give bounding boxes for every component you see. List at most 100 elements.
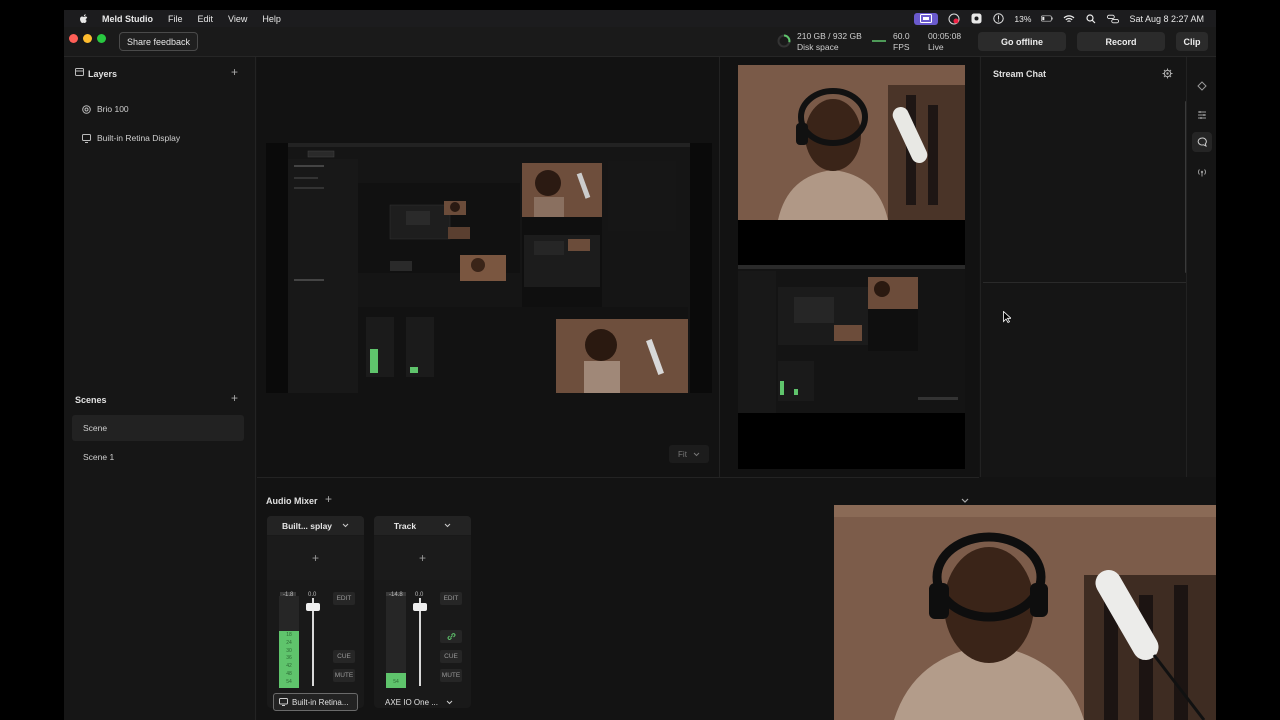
display-icon xyxy=(82,133,91,143)
cue-button[interactable]: CUE xyxy=(440,650,462,663)
audio-source-label: AXE IO One ... xyxy=(385,697,438,707)
screen-capture-preview[interactable] xyxy=(738,265,965,413)
menu-file[interactable]: File xyxy=(168,14,183,24)
meter-scale-label: 24 xyxy=(286,639,292,646)
disk-space-value: 210 GB / 932 GB xyxy=(797,31,862,41)
audio-source-label: Built-in Retina... xyxy=(292,697,349,707)
webcam-preview[interactable] xyxy=(738,65,965,220)
cue-button[interactable]: CUE xyxy=(333,650,355,663)
track-header-dropdown[interactable]: Track xyxy=(374,516,471,535)
scene-item-scene[interactable]: Scene xyxy=(72,415,244,441)
disk-space-stat: 210 GB / 932 GB Disk space xyxy=(797,31,862,53)
search-icon[interactable] xyxy=(1085,13,1097,25)
live-timer: 00:05:08 xyxy=(928,31,962,41)
mute-button[interactable]: MUTE xyxy=(440,669,462,682)
wifi-icon[interactable] xyxy=(1063,13,1075,25)
menu-view[interactable]: View xyxy=(228,14,247,24)
add-filter-button[interactable]: + xyxy=(267,536,364,580)
chevron-down-icon xyxy=(446,700,453,704)
audio-track-strip: Track + -14.8 0.0 54 EDIT CUE MUTE AXE I… xyxy=(374,516,471,708)
close-window-button[interactable] xyxy=(69,34,78,43)
screen-recording-icon[interactable] xyxy=(914,12,939,25)
layer-item-brio[interactable]: Brio 100 xyxy=(82,104,129,114)
share-feedback-button[interactable]: Share feedback xyxy=(119,32,199,51)
meld-status-icon[interactable] xyxy=(948,13,960,25)
meter-scale: 18 24 30 36 42 48 54 xyxy=(279,632,299,687)
broadcast-icon[interactable] xyxy=(1197,167,1207,177)
menu-app-name[interactable]: Meld Studio xyxy=(102,14,153,24)
meter-scale-label: 54 xyxy=(286,678,292,685)
stream-chat-panel: Stream Chat xyxy=(980,57,1187,507)
display-icon xyxy=(279,698,288,706)
diamond-icon[interactable] xyxy=(1197,81,1207,91)
info-icon[interactable] xyxy=(992,13,1004,25)
audio-source-select[interactable]: AXE IO One ... xyxy=(380,693,465,711)
audio-source-select[interactable]: Built-in Retina... xyxy=(273,693,358,711)
add-audio-track-button[interactable]: + xyxy=(325,492,332,506)
chat-bubble-icon[interactable] xyxy=(1197,137,1207,147)
scene-item-scene-1[interactable]: Scene 1 xyxy=(72,444,244,470)
track-name: Built... splay xyxy=(281,520,333,531)
camera-icon xyxy=(82,104,91,114)
track-name: Track xyxy=(393,520,417,531)
fit-dropdown[interactable]: Fit xyxy=(669,445,709,463)
secondary-preview xyxy=(719,57,979,477)
webcam-image xyxy=(738,65,965,220)
edit-button[interactable]: EDIT xyxy=(440,592,462,605)
fps-graph-icon xyxy=(872,40,886,42)
title-bar: Share feedback 210 GB / 932 GB Disk spac… xyxy=(64,27,1216,57)
control-center-icon[interactable] xyxy=(1107,13,1120,25)
record-button[interactable]: Record xyxy=(1077,32,1165,51)
link-button[interactable] xyxy=(440,630,462,643)
layer-label: Brio 100 xyxy=(97,104,129,114)
volume-fader-track[interactable] xyxy=(419,598,421,686)
fit-label: Fit xyxy=(678,449,687,459)
go-offline-button[interactable]: Go offline xyxy=(978,32,1066,51)
minimize-window-button[interactable] xyxy=(83,34,92,43)
add-scene-button[interactable]: + xyxy=(231,391,238,405)
battery-icon[interactable] xyxy=(1041,13,1054,25)
audio-mixer-title: Audio Mixer xyxy=(266,496,318,506)
clock[interactable]: Sat Aug 8 2:27 AM xyxy=(1129,14,1204,24)
mouse-cursor-icon xyxy=(1003,311,1011,323)
mute-button[interactable]: MUTE xyxy=(333,669,355,682)
chat-settings-gear-icon[interactable] xyxy=(1162,68,1173,79)
program-preview[interactable] xyxy=(266,143,712,393)
volume-fader-knob[interactable] xyxy=(306,603,320,611)
menu-bar: Meld Studio File Edit View Help 13% Sat … xyxy=(64,10,1216,27)
layer-label: Built-in Retina Display xyxy=(97,133,181,143)
sliders-icon[interactable] xyxy=(1197,110,1207,120)
layers-title: Layers xyxy=(88,69,118,79)
stage-area: Fit xyxy=(257,57,719,477)
meter-scale-label: 30 xyxy=(286,647,292,654)
menu-help[interactable]: Help xyxy=(262,14,281,24)
scenes-title: Scenes xyxy=(75,395,107,405)
track-level-meter: 18 24 30 36 42 48 54 xyxy=(279,596,299,688)
volume-fader-track[interactable] xyxy=(312,598,314,686)
disk-space-label: Disk space xyxy=(797,42,839,52)
add-layer-button[interactable]: + xyxy=(231,65,238,79)
control-icon[interactable] xyxy=(970,13,982,25)
clip-button[interactable]: Clip xyxy=(1176,32,1208,51)
fps-stat: 60.0 FPS xyxy=(893,31,910,53)
audio-track-strip: Built... splay + -1.8 0.0 18 24 30 36 42… xyxy=(267,516,364,711)
menu-edit[interactable]: Edit xyxy=(198,14,214,24)
webcam-overlay-image xyxy=(834,505,1216,720)
track-header-dropdown[interactable]: Built... splay xyxy=(267,516,364,535)
stream-chat-title: Stream Chat xyxy=(993,69,1047,79)
meter-scale-label: 36 xyxy=(286,655,292,662)
layers-icon xyxy=(75,68,84,76)
edit-button[interactable]: EDIT xyxy=(333,592,355,605)
chat-divider xyxy=(983,282,1187,283)
add-filter-button[interactable]: + xyxy=(374,536,471,580)
apple-icon[interactable] xyxy=(78,13,90,25)
zoom-window-button[interactable] xyxy=(97,34,106,43)
meter-scale-label: 54 xyxy=(393,679,399,685)
preview-letterbox-bottom xyxy=(738,413,965,469)
left-panel: Layers + Brio 100 Built-in Retina Displa… xyxy=(64,57,256,720)
collapse-mixer-chevron-icon[interactable] xyxy=(961,498,969,504)
meter-scale-label: 48 xyxy=(286,670,292,677)
layer-item-retina-display[interactable]: Built-in Retina Display xyxy=(82,133,180,143)
meter-scale-label: 42 xyxy=(286,663,292,670)
volume-fader-knob[interactable] xyxy=(413,603,427,611)
